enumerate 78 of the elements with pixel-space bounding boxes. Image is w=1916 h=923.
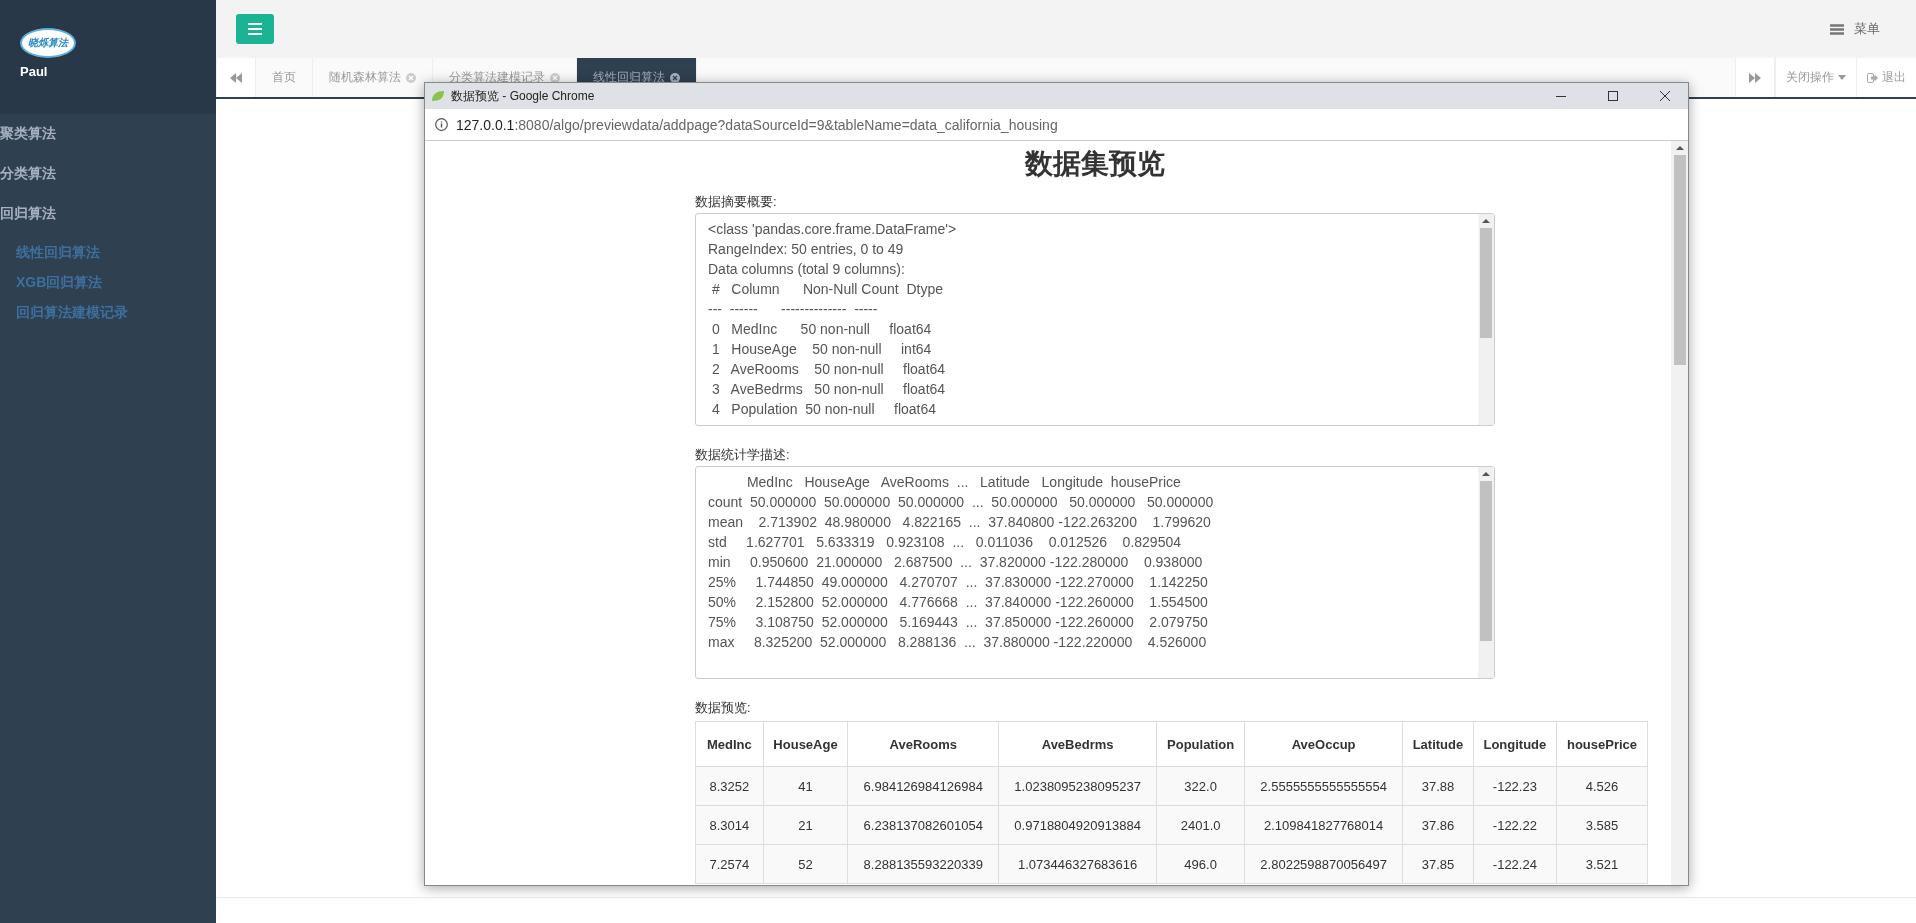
sidebar-subitem[interactable]: XGB回归算法 [0,268,216,298]
close-icon[interactable] [550,72,560,83]
sidebar-subitem[interactable]: 线性回归算法 [0,238,216,268]
table-cell: -122.23 [1473,766,1557,806]
scroll-left-button[interactable] [216,58,256,97]
sidebar-item[interactable]: 回归算法 [0,194,216,234]
table-cell: 0.9718804920913884 [998,805,1157,845]
logout-button[interactable]: 退出 [1856,58,1916,97]
column-header: MedInc [695,721,764,767]
scrollbar-thumb[interactable] [1673,155,1686,365]
text-area[interactable] [695,466,1495,679]
sidebar-item[interactable]: 聚类算法 [0,114,216,154]
column-header: AveOccup [1244,721,1403,767]
scrollbar[interactable] [1478,214,1494,425]
table-cell: -122.24 [1473,844,1557,884]
close-icon [1660,91,1670,101]
close-icon[interactable] [670,72,680,83]
table-cell: 2.5555555555555554 [1244,766,1403,806]
table-cell: -122.22 [1473,805,1557,845]
table-cell: 3.585 [1556,805,1648,845]
table-cell: 3.521 [1556,844,1648,884]
column-header: Latitude [1402,721,1474,767]
double-arrow-left-icon [230,72,242,83]
column-header: Longitude [1473,721,1557,767]
column-header: AveBedrms [998,721,1157,767]
table-cell: 21 [763,805,848,845]
menu-icon [248,23,262,35]
section-label: 数据统计学描述: [695,446,791,464]
section-label: 数据预览: [695,699,752,717]
table-cell: 7.2574 [695,844,764,884]
table-cell: 322.0 [1156,766,1245,806]
column-header: AveRooms [847,721,999,767]
menu-button[interactable]: 菜单 [1824,19,1886,39]
table-cell: 2.109841827768014 [1244,805,1403,845]
logout-icon [1867,72,1878,83]
column-header: housePrice [1556,721,1648,767]
column-header: HouseAge [763,721,848,767]
column-header: Population [1156,721,1245,767]
table-cell: 1.073446327683616 [998,844,1157,884]
table-cell: 1.0238095238095237 [998,766,1157,806]
text-area[interactable] [695,213,1495,426]
section-label: 数据摘要概要: [695,193,778,211]
caret-icon [1838,75,1846,80]
table-cell: 52 [763,844,848,884]
scrollbar-thumb[interactable] [1480,481,1492,641]
double-arrow-right-icon [1749,72,1761,83]
maximize-icon [1608,91,1618,101]
table-cell: 37.88 [1402,766,1474,806]
info-icon [435,118,448,131]
table-cell: 6.984126984126984 [847,766,999,806]
scrollbar-thumb[interactable] [1480,228,1492,338]
scrollbar[interactable] [1671,141,1688,885]
table-cell: 6.238137082601054 [847,805,999,845]
scroll-right-button[interactable] [1735,58,1775,97]
table-cell: 37.85 [1402,844,1474,884]
logo: 晓烁算法 [20,28,76,58]
sidebar-subitem[interactable]: 回归算法建模记录 [0,298,216,328]
text-area-content: <class 'pandas.core.frame.DataFrame'> RangeIndex: 50 entries, 0 to 49 Data columns (total 9 columns): # Column Non-Null Count Dtype --- ------ -------------- ----- 0 MedInc 50 non-null float64 1 HouseAge 50 non-null int64 2 AveRooms 50 non-null float64 3 AveBedrms 50 non-null float64 4 Population 50 non-null float64 [707,220,958,419]
scrollbar[interactable] [1478,467,1494,678]
table-cell: 37.86 [1402,805,1474,845]
leaf-icon [431,90,445,102]
list-icon [1830,23,1844,35]
table-cell: 8.288135593220339 [847,844,999,884]
close-actions-dropdown[interactable]: 关闭操作 [1775,58,1856,97]
table-cell: 496.0 [1156,844,1245,884]
table-cell: 4.526 [1556,766,1648,806]
text-area-content: MedInc HouseAge AveRooms ... Latitude Longitude housePrice count 50.000000 50.000000 50.000000 ... 50.000000 50.000000 50.000000 mean 2.713902 48.980000 4.822165 ... 37.840800 -122.263200 1.799620 std 1.627701 5.633319 0.923108 ... 0.011036 0.012526 0.829504 min 0.950600 21.000000 2.687500 ... 37.820000 -122.280000 0.938000 25% 1.744850 49.000000 4.270707 ... 37.830000 -122.270000 1.142250 50% 2.152800 52.000000 4.776668 ... 37.840000 -122.260000 1.554500 75% 3.108750 52.000000 5.169443 ... 37.850000 -122.260000 2.079750 max 8.325200 52.000000 8.288136 ... 37.880000 -122.220000 4.526000 [707,473,1215,652]
table-cell: 2401.0 [1156,805,1245,845]
sidebar-item[interactable]: 分类算法 [0,154,216,194]
address-bar[interactable]: 127.0.0.1:8080/algo/previewdata/addpage?dataSourceId=9&tableName=data_california_housing [456,116,1058,133]
menu-button[interactable] [236,14,274,44]
table-cell: 41 [763,766,848,806]
minimize-icon [1556,95,1566,97]
table-cell: 8.3014 [695,805,764,845]
table-cell: 8.3252 [695,766,764,806]
user-name: Paul [20,64,49,79]
table-cell: 2.8022598870056497 [1244,844,1403,884]
page-heading: 数据集预览 [1023,147,1166,181]
